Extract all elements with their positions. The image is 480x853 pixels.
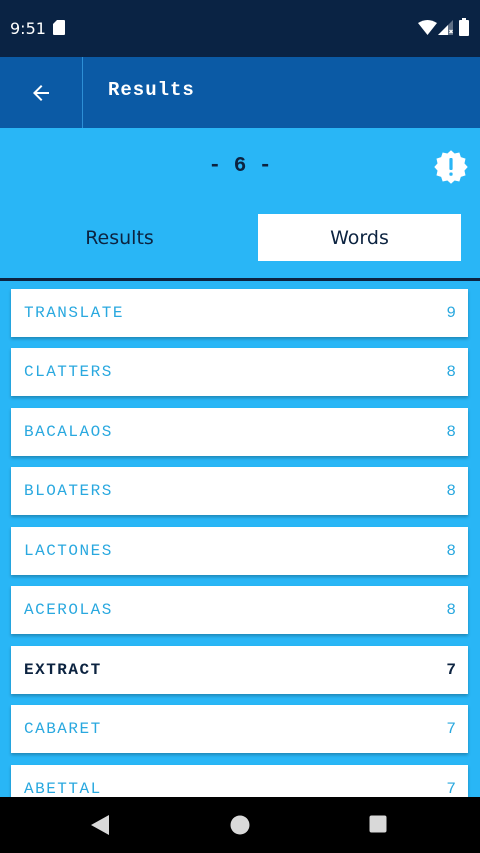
list-item[interactable]: ACEROLAS 8: [11, 586, 468, 634]
word-text: LACTONES: [24, 542, 113, 560]
list-item[interactable]: TRANSLATE 9: [11, 289, 468, 337]
back-button[interactable]: [0, 57, 82, 128]
list-item[interactable]: LACTONES 8: [11, 527, 468, 575]
alert-badge-icon[interactable]: [433, 149, 469, 185]
word-score: 7: [446, 720, 456, 738]
word-score: 8: [446, 363, 456, 381]
word-list[interactable]: TRANSLATE 9 CLATTERS 8 BACALAOS 8 BLOATE…: [0, 281, 480, 797]
list-item[interactable]: BLOATERS 8: [11, 467, 468, 515]
word-score: 7: [446, 661, 456, 679]
word-score: 9: [446, 304, 456, 322]
word-text: ACEROLAS: [24, 601, 113, 619]
sd-card-icon: [53, 20, 65, 35]
word-text: BACALAOS: [24, 423, 113, 441]
word-score: 8: [446, 482, 456, 500]
word-text: EXTRACT: [24, 661, 102, 679]
signal-icon: [438, 20, 453, 35]
word-text: TRANSLATE: [24, 304, 124, 322]
word-score: 8: [446, 601, 456, 619]
word-score: 8: [446, 423, 456, 441]
battery-icon: [459, 18, 469, 36]
list-item[interactable]: BACALAOS 8: [11, 408, 468, 456]
word-score: 8: [446, 542, 456, 560]
word-text: CABARET: [24, 720, 102, 738]
app-bar-divider: [82, 57, 83, 128]
list-item[interactable]: CABARET 7: [11, 705, 468, 753]
tab-words[interactable]: Words: [258, 214, 461, 261]
navigation-bar: [0, 797, 480, 853]
page-title: Results: [108, 79, 195, 101]
word-text: ABETTAL: [24, 780, 102, 797]
arrow-left-icon: [33, 84, 49, 101]
list-item[interactable]: CLATTERS 8: [11, 348, 468, 396]
app-bar: Results: [0, 57, 480, 128]
list-item[interactable]: ABETTAL 7: [11, 765, 468, 797]
score-display: - 6 -: [208, 155, 272, 178]
score-row: - 6 -: [0, 128, 480, 208]
word-text: BLOATERS: [24, 482, 113, 500]
nav-back-icon[interactable]: [90, 814, 110, 836]
list-item-found[interactable]: EXTRACT 7: [11, 646, 468, 694]
status-bar: 9:51: [0, 0, 480, 57]
wifi-icon: [418, 20, 437, 35]
word-text: CLATTERS: [24, 363, 113, 381]
word-score: 7: [446, 780, 456, 797]
nav-recents-icon[interactable]: [369, 815, 387, 833]
tab-results[interactable]: Results: [18, 214, 221, 261]
nav-home-icon[interactable]: [229, 814, 251, 836]
status-time: 9:51: [10, 19, 46, 38]
